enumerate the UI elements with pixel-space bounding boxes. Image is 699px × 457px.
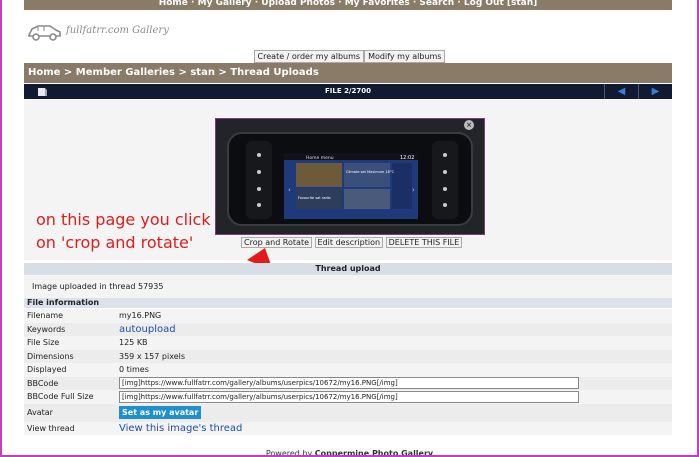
car-icon	[28, 25, 61, 41]
nav-my-gallery[interactable]: My Gallery	[198, 0, 252, 8]
screen-title-text: Home menu	[306, 155, 334, 161]
climate-tile-text: Climate set Maximum 18°C	[346, 170, 395, 174]
car-infotainment-screen-image: Home menu 12:02 Climate set Maximum 18°C…	[216, 119, 484, 234]
annotation-line-2: on 'crop and rotate'	[36, 233, 194, 252]
file-navigation-bar: FILE 2/2700 ◀ ▶	[24, 84, 672, 99]
nav-search[interactable]: Search	[419, 0, 454, 8]
filename-value: my16.PNG	[116, 309, 672, 323]
keywords-label: Keywords	[24, 322, 116, 336]
dimensions-value: 359 x 157 pixels	[116, 349, 672, 363]
displayed-label: Displayed	[24, 363, 116, 377]
site-logo[interactable]: fullfatrr.com Gallery	[24, 16, 672, 46]
svg-text:›: ›	[412, 186, 415, 194]
breadcrumb-separator: >	[60, 67, 76, 78]
dimensions-label: Dimensions	[24, 349, 116, 363]
table-row: Keywords autoupload	[24, 322, 672, 336]
bbcode-full-size-label: BBCode Full Size	[24, 390, 116, 404]
album-buttons: Create / order my albums Modify my albums	[0, 50, 699, 63]
file-information-table: Filename my16.PNG Keywords autoupload Fi…	[24, 309, 672, 435]
delete-file-button[interactable]: DELETE THIS FILE	[385, 237, 463, 248]
radio-tile-text: Favourite sat radio	[298, 196, 331, 200]
set-avatar-button[interactable]: Set as my avatar	[119, 406, 202, 419]
close-icon[interactable]: ×	[464, 120, 474, 130]
view-thread-label: View thread	[24, 421, 116, 435]
breadcrumb: Home > Member Galleries > stan > Thread …	[24, 63, 672, 83]
return-to-thumbnails-button[interactable]	[24, 84, 60, 99]
file-size-label: File Size	[24, 336, 116, 350]
nav-separator: ·	[454, 0, 464, 8]
table-row: View thread View this image's thread	[24, 421, 672, 435]
table-row: Displayed 0 times	[24, 363, 672, 377]
nav-home[interactable]: Home	[159, 0, 188, 8]
bbcode-full-size-field[interactable]	[119, 390, 579, 403]
annotation-line-1: on this page you click	[36, 210, 211, 229]
displayed-value: 0 times	[116, 363, 672, 377]
next-arrow-icon: ▶	[651, 86, 660, 97]
return-to-thumbnails-icon	[38, 88, 47, 96]
file-counter: FILE 2/2700	[325, 87, 371, 95]
screen-time-text: 12:02	[400, 155, 414, 161]
nav-separator: ·	[335, 0, 345, 8]
modify-albums-button[interactable]: Modify my albums	[364, 50, 446, 63]
view-thread-link[interactable]: View this image's thread	[119, 423, 242, 434]
create-albums-button[interactable]: Create / order my albums	[253, 50, 365, 63]
breadcrumb-separator: >	[175, 67, 191, 78]
instruction-annotation: on this page you click on 'crop and rota…	[36, 208, 211, 254]
keyword-link[interactable]: autoupload	[119, 324, 176, 335]
nav-separator: ·	[409, 0, 420, 8]
bbcode-label: BBCode	[24, 376, 116, 390]
table-row: File Size 125 KB	[24, 336, 672, 350]
nav-log-out[interactable]: Log Out [stan]	[464, 0, 537, 8]
file-size-value: 125 KB	[116, 336, 672, 350]
table-row: BBCode	[24, 376, 672, 390]
thread-upload-text: Image uploaded in thread 57935	[24, 275, 672, 298]
svg-text:‹: ‹	[288, 186, 291, 194]
prev-file-button[interactable]: ◀	[604, 84, 638, 99]
prev-arrow-icon: ◀	[617, 86, 626, 97]
nav-my-favorites[interactable]: My Favorites	[345, 0, 410, 8]
file-information-heading: File information	[24, 298, 672, 308]
table-row: BBCode Full Size	[24, 390, 672, 404]
breadcrumb-member-galleries[interactable]: Member Galleries	[76, 67, 175, 78]
logo-text: fullfatrr.com Gallery	[66, 25, 169, 36]
edit-description-button[interactable]: Edit description	[314, 237, 384, 248]
table-row: Filename my16.PNG	[24, 309, 672, 323]
nav-separator: ·	[187, 0, 198, 8]
full-size-photo[interactable]: Home menu 12:02 Climate set Maximum 18°C…	[215, 118, 485, 235]
nav-separator: ·	[251, 0, 262, 8]
breadcrumb-album[interactable]: Thread Uploads	[230, 67, 318, 78]
filename-label: Filename	[24, 309, 116, 323]
breadcrumb-user[interactable]: stan	[190, 67, 215, 78]
bbcode-field[interactable]	[119, 377, 579, 390]
breadcrumb-separator: >	[214, 67, 231, 78]
avatar-label: Avatar	[24, 403, 116, 422]
table-row: Dimensions 359 x 157 pixels	[24, 349, 672, 363]
breadcrumb-home[interactable]: Home	[28, 67, 60, 78]
nav-upload-photos[interactable]: Upload Photos	[261, 0, 335, 8]
table-row: Avatar Set as my avatar	[24, 403, 672, 422]
top-nav: Home · My Gallery · Upload Photos · My F…	[24, 0, 672, 10]
thread-upload-heading: Thread upload	[24, 263, 672, 275]
next-file-button[interactable]: ▶	[638, 84, 672, 99]
